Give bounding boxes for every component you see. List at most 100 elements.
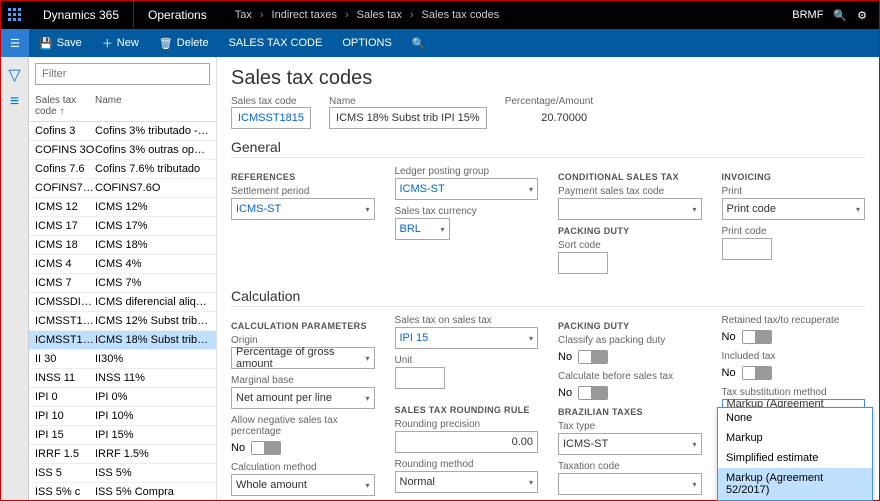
included-tax-toggle[interactable]: No (722, 366, 772, 380)
chevron-down-icon: ▾ (365, 354, 369, 363)
list-row[interactable]: ICMSSDIF 6ICMS diferencial aliquota 6% (29, 293, 216, 312)
breadcrumb-item[interactable]: Indirect taxes (272, 9, 337, 21)
column-header-name[interactable]: Name (95, 95, 122, 117)
row-code: ISS 5% c (35, 486, 95, 498)
list-row[interactable]: ICMS 4ICMS 4% (29, 255, 216, 274)
rounding-precision-input[interactable] (395, 431, 539, 453)
print-code-input[interactable] (722, 238, 772, 260)
marginal-base-select[interactable]: Net amount per line▾ (231, 387, 375, 409)
list-row[interactable]: IPI 10IPI 10% (29, 407, 216, 426)
section-general[interactable]: General (231, 139, 865, 158)
list-row[interactable]: ICMS 18ICMS 18% (29, 236, 216, 255)
taxation-code-select[interactable]: ▾ (558, 473, 702, 495)
breadcrumb-item[interactable]: Sales tax codes (422, 9, 500, 21)
list-row[interactable]: INSS 11INSS 11% (29, 369, 216, 388)
page-title: Sales tax codes (231, 67, 865, 90)
list-row[interactable]: IRRF 1.5IRRF 1.5% (29, 445, 216, 464)
breadcrumb: Tax› Indirect taxes› Sales tax› Sales ta… (221, 9, 513, 21)
row-code: IRRF 1.5 (35, 448, 95, 460)
list-row[interactable]: ICMSST1815ICMS 18% Subst trib IPI 15% (29, 331, 216, 350)
new-button[interactable]: ＋New (92, 29, 149, 57)
ledger-posting-group-select[interactable]: ICMS-ST▾ (395, 178, 539, 200)
gear-icon[interactable]: ⚙ (857, 9, 867, 22)
delete-button[interactable]: 🗑Delete (149, 29, 219, 57)
retained-tax-toggle[interactable]: No (722, 330, 772, 344)
rounding-method-select[interactable]: Normal▾ (395, 471, 539, 493)
list-view-icon[interactable]: ≡ (10, 93, 19, 111)
record-list: Sales tax code ↑ Name Cofins 3Cofins 3% … (29, 57, 217, 500)
row-name: ICMS 18% (95, 239, 148, 251)
row-name: IRRF 1.5% (95, 448, 149, 460)
chevron-down-icon: ▾ (692, 480, 696, 489)
list-row[interactable]: ICMS 7ICMS 7% (29, 274, 216, 293)
list-row[interactable]: ISS 5ISS 5% (29, 464, 216, 483)
list-row[interactable]: Cofins 3Cofins 3% tributado - não cu (29, 122, 216, 141)
sort-code-input[interactable] (558, 252, 608, 274)
section-calculation[interactable]: Calculation (231, 288, 865, 307)
sales-tax-code-menu[interactable]: SALES TAX CODE (219, 29, 333, 57)
chevron-down-icon: ▾ (529, 334, 533, 343)
allow-negative-toggle[interactable]: No (231, 441, 281, 455)
dropdown-option[interactable]: Markup (718, 428, 872, 448)
hamburger-icon[interactable]: ☰ (1, 29, 29, 57)
row-code: ICMS 12 (35, 201, 95, 213)
options-menu[interactable]: OPTIONS (332, 29, 402, 57)
tax-type-select[interactable]: ICMS-ST▾ (558, 433, 702, 455)
print-select[interactable]: Print code▾ (722, 198, 866, 220)
row-code: ICMS 17 (35, 220, 95, 232)
calc-method-select[interactable]: Whole amount▾ (231, 474, 375, 496)
row-code: ICMSST1815 (35, 334, 95, 346)
brand-label[interactable]: Dynamics 365 (29, 8, 133, 22)
row-code: Cofins 3 (35, 125, 95, 137)
list-row[interactable]: II 30II30% (29, 350, 216, 369)
classify-packing-toggle[interactable]: No (558, 350, 608, 364)
list-row[interactable]: COFINS7.6OCOFINS7.6O (29, 179, 216, 198)
search-icon[interactable]: 🔍 (833, 9, 847, 22)
list-row[interactable]: ICMSST1215ICMS 12% Subst trib IPI 15% (29, 312, 216, 331)
module-label[interactable]: Operations (133, 1, 221, 29)
left-rail: ▽ ≡ (1, 57, 29, 500)
list-row[interactable]: IPI 0IPI 0% (29, 388, 216, 407)
filter-input[interactable] (35, 63, 210, 85)
header-name[interactable]: ICMS 18% Subst trib IPI 15% (329, 107, 487, 129)
row-name: IPI 15% (95, 429, 134, 441)
command-search-icon[interactable]: 🔍 (402, 29, 436, 57)
chevron-down-icon: ▾ (856, 205, 860, 214)
row-name: ICMS 17% (95, 220, 148, 232)
unit-input[interactable] (395, 367, 445, 389)
chevron-down-icon: ▾ (365, 394, 369, 403)
origin-select[interactable]: Percentage of gross amount▾ (231, 347, 375, 369)
title-bar: Dynamics 365 Operations Tax› Indirect ta… (1, 1, 879, 29)
list-row[interactable]: Cofins 7.6Cofins 7.6% tributado (29, 160, 216, 179)
dropdown-option[interactable]: Simplified estimate (718, 448, 872, 468)
payment-sales-tax-code-select[interactable]: ▾ (558, 198, 702, 220)
column-header-code[interactable]: Sales tax code ↑ (35, 95, 95, 117)
breadcrumb-item[interactable]: Sales tax (357, 9, 402, 21)
sales-tax-currency-select[interactable]: BRL▾ (395, 218, 450, 240)
user-label[interactable]: BRMF (792, 9, 823, 21)
list-row[interactable]: ICMS 12ICMS 12% (29, 198, 216, 217)
list-row[interactable]: COFINS 3OCofins 3% outras operações (29, 141, 216, 160)
tax-substitution-dropdown[interactable]: NoneMarkupSimplified estimateMarkup (Agr… (717, 407, 873, 501)
list-row[interactable]: ICMS 17ICMS 17% (29, 217, 216, 236)
settlement-period-select[interactable]: ICMS-ST▾ (231, 198, 375, 220)
row-name: Cofins 3% tributado - não cu (95, 125, 210, 137)
chevron-down-icon: ▾ (529, 185, 533, 194)
list-row[interactable]: ISS 5% cISS 5% Compra (29, 483, 216, 500)
chevron-down-icon: ▾ (365, 481, 369, 490)
row-name: INSS 11% (95, 372, 145, 384)
app-launcher-icon[interactable] (1, 1, 29, 29)
header-code[interactable]: ICMSST1815 (231, 107, 311, 129)
row-code: ICMS 18 (35, 239, 95, 251)
dropdown-option[interactable]: Markup (Agreement 52/2017) (718, 468, 872, 500)
list-row[interactable]: IPI 15IPI 15% (29, 426, 216, 445)
save-button[interactable]: 💾Save (29, 29, 92, 57)
sales-tax-on-sales-tax-select[interactable]: IPI 15▾ (395, 327, 539, 349)
dropdown-option[interactable]: None (718, 408, 872, 428)
filter-funnel-icon[interactable]: ▽ (8, 65, 20, 85)
row-code: ISS 5 (35, 467, 95, 479)
row-code: IPI 15 (35, 429, 95, 441)
breadcrumb-item[interactable]: Tax (235, 9, 252, 21)
row-name: Cofins 3% outras operações (95, 144, 210, 156)
calc-before-toggle[interactable]: No (558, 386, 608, 400)
